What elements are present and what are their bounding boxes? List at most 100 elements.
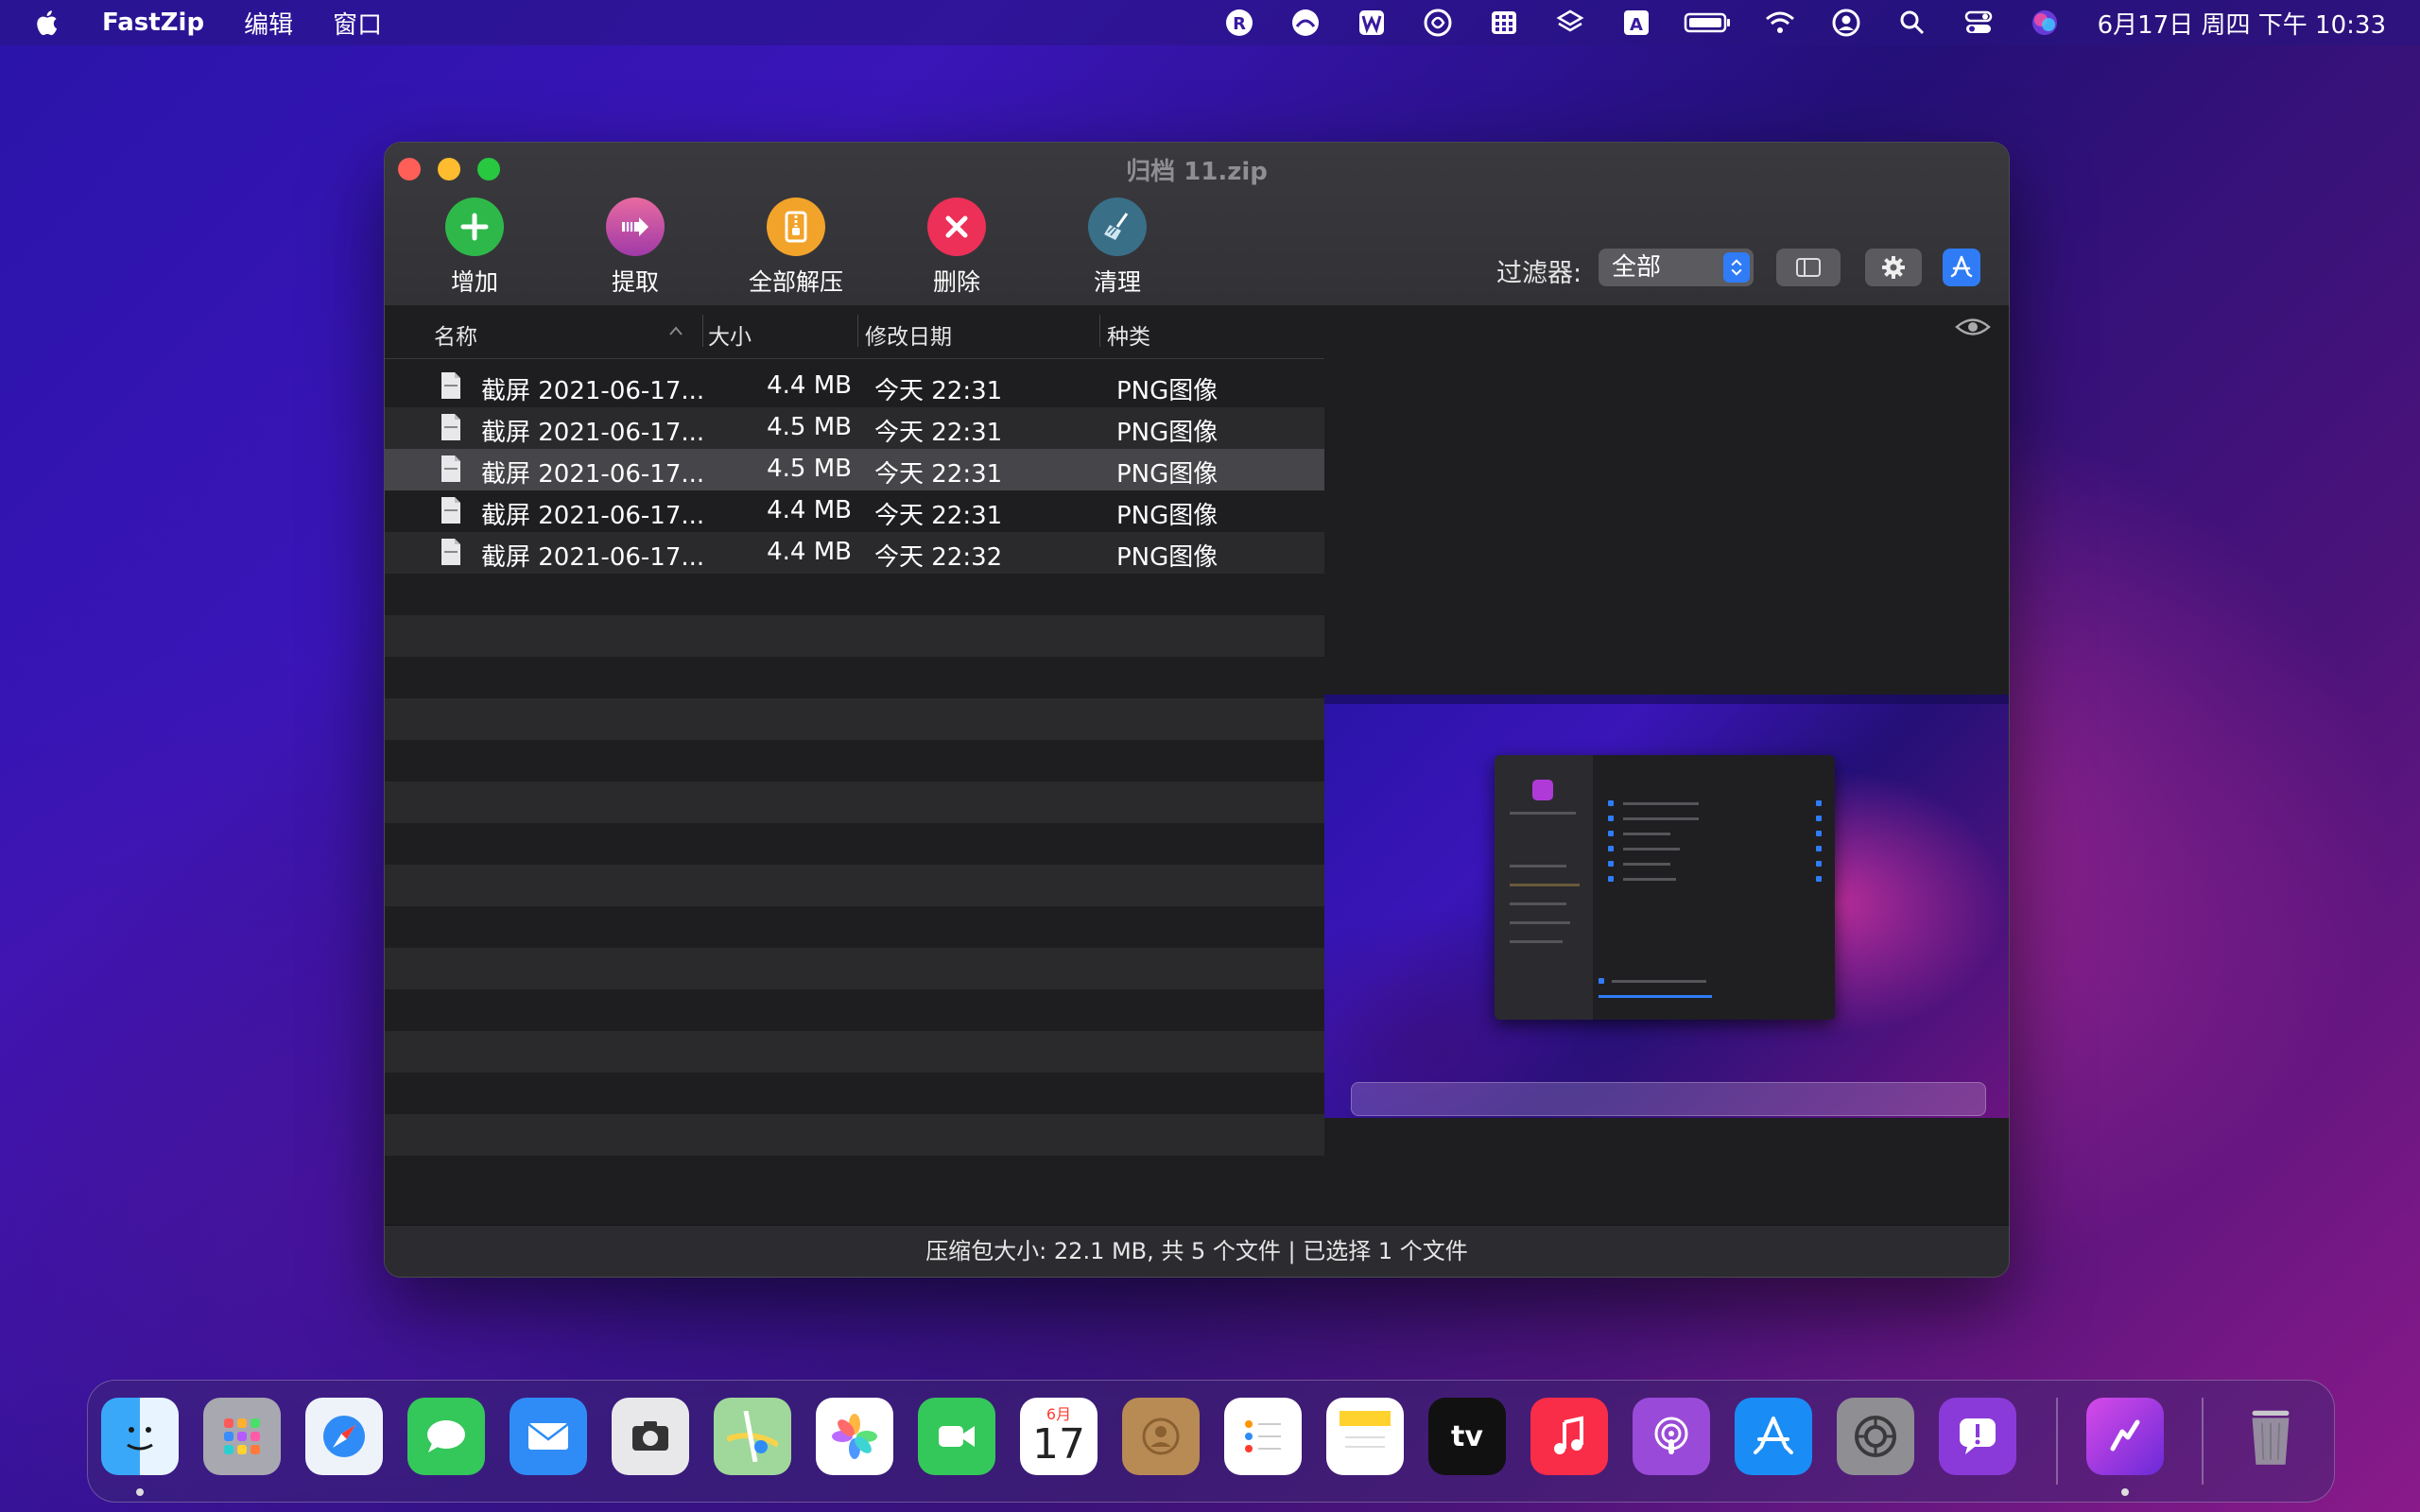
table-row[interactable]: 截屏 2021-06-17... 4.5 MB 今天 22:31 PNG图像 [385, 407, 1324, 449]
dock-photos[interactable] [816, 1398, 893, 1475]
dock-fastzip[interactable] [2086, 1398, 2164, 1475]
dock-trash[interactable] [2232, 1398, 2309, 1475]
toolbar: 归档 11.zip 增加 提取 全部解压 删除 清理 过滤器: 全部 [385, 143, 2009, 306]
plus-icon [445, 198, 504, 256]
apple-menu-icon[interactable] [36, 9, 62, 37]
file-icon [441, 539, 460, 565]
user-circle-icon[interactable] [1827, 4, 1865, 42]
file-kind: PNG图像 [1116, 502, 1219, 530]
menu-window[interactable]: 窗口 [333, 6, 382, 41]
w-square-icon[interactable] [1353, 4, 1391, 42]
dock-facetime[interactable] [918, 1398, 995, 1475]
dock-tv[interactable]: tv [1428, 1398, 1506, 1475]
dock-mail[interactable] [510, 1398, 587, 1475]
dock-maps[interactable] [714, 1398, 791, 1475]
notepad-icon [1340, 1411, 1391, 1448]
checklist-icon [1245, 1420, 1281, 1452]
extract-button[interactable]: 提取 [564, 198, 706, 298]
file-kind: PNG图像 [1116, 419, 1219, 447]
filter-select[interactable]: 全部 [1599, 249, 1754, 286]
r-circle-icon[interactable]: R [1220, 4, 1258, 42]
extract-all-button[interactable]: 全部解压 [725, 198, 867, 298]
menubar-clock[interactable]: 6月17日 周四 下午 10:33 [2098, 6, 2386, 41]
app-name-menu[interactable]: FastZip [102, 9, 204, 37]
grid-icon[interactable] [1485, 4, 1523, 42]
dock-system-preferences[interactable] [1837, 1398, 1914, 1475]
preview-pane [1324, 305, 2009, 1199]
file-name: 截屏 2021-06-17... [481, 419, 705, 447]
menu-edit[interactable]: 编辑 [244, 6, 293, 41]
dock-reminders[interactable] [1224, 1398, 1302, 1475]
add-label: 增加 [450, 268, 498, 296]
file-name: 截屏 2021-06-17... [481, 460, 705, 489]
dock-calendar[interactable]: 6月 17 [1020, 1398, 1098, 1475]
dock-screenshot[interactable] [612, 1398, 689, 1475]
clean-label: 清理 [1093, 268, 1141, 296]
exclamation-bubble-icon [1960, 1418, 1996, 1454]
file-date: 今天 22:32 [874, 543, 1003, 572]
tv-label: tv [1451, 1419, 1483, 1453]
empty-row [385, 1114, 1324, 1156]
dock-music[interactable] [1530, 1398, 1608, 1475]
file-kind: PNG图像 [1116, 377, 1219, 405]
file-icon [441, 414, 460, 440]
file-icon [441, 497, 460, 524]
add-button[interactable]: 增加 [404, 198, 545, 298]
search-icon[interactable] [1893, 4, 1931, 42]
gear-icon [1855, 1416, 1896, 1457]
dock-contacts[interactable] [1122, 1398, 1200, 1475]
fastzip-window: 归档 11.zip 增加 提取 全部解压 删除 清理 过滤器: 全部 名称 大小… [384, 142, 2010, 1278]
dock-feedback-assistant[interactable] [1939, 1398, 2016, 1475]
table-row[interactable]: 截屏 2021-06-17... 4.4 MB 今天 22:31 PNG图像 [385, 490, 1324, 532]
column-size[interactable]: 大小 [708, 318, 752, 351]
battery-icon[interactable] [1684, 4, 1733, 42]
x-icon [927, 198, 986, 256]
table-row-selected[interactable]: 截屏 2021-06-17... 4.5 MB 今天 22:31 PNG图像 [385, 449, 1324, 490]
column-date[interactable]: 修改日期 [865, 318, 952, 351]
clean-button[interactable]: 清理 [1046, 198, 1188, 298]
siri-icon[interactable] [2026, 4, 2064, 42]
dock-messages[interactable] [407, 1398, 485, 1475]
dock-app-store[interactable] [1735, 1398, 1812, 1475]
face-icon[interactable] [1287, 4, 1324, 42]
file-date: 今天 22:31 [874, 460, 1003, 489]
dock-finder[interactable] [101, 1398, 179, 1475]
file-list[interactable]: 名称 大小 修改日期 种类 截屏 2021-06-17... 4.4 MB 今天… [385, 305, 1324, 1199]
fan-icon[interactable] [1419, 4, 1457, 42]
extract-label: 提取 [611, 268, 659, 296]
dock-notes[interactable] [1326, 1398, 1404, 1475]
app-store-button[interactable] [1943, 249, 1980, 286]
filter-value: 全部 [1612, 253, 1662, 282]
sort-up-icon[interactable] [668, 324, 683, 337]
delete-button[interactable]: 删除 [886, 198, 1028, 298]
camera-icon [632, 1421, 668, 1451]
dock-launchpad[interactable] [203, 1398, 281, 1475]
delete-label: 删除 [932, 268, 980, 296]
table-row[interactable]: 截屏 2021-06-17... 4.4 MB 今天 22:31 PNG图像 [385, 366, 1324, 407]
control-center-icon[interactable] [1960, 4, 1997, 42]
file-date: 今天 22:31 [874, 502, 1003, 530]
dock-podcasts[interactable] [1633, 1398, 1710, 1475]
empty-row [385, 1031, 1324, 1073]
map-icon [727, 1411, 778, 1462]
zip-file-icon [767, 198, 825, 256]
table-row[interactable]: 截屏 2021-06-17... 4.4 MB 今天 22:32 PNG图像 [385, 532, 1324, 574]
layers-icon[interactable] [1551, 4, 1589, 42]
eye-icon[interactable] [1954, 313, 1992, 341]
sidebar-toggle-button[interactable] [1776, 249, 1841, 286]
dock: 6月 17 tv [87, 1380, 2335, 1503]
file-date: 今天 22:31 [874, 377, 1003, 405]
empty-row [385, 615, 1324, 657]
settings-button[interactable] [1865, 249, 1922, 286]
finder-icon [127, 1427, 153, 1451]
column-kind[interactable]: 种类 [1107, 318, 1150, 351]
column-name[interactable]: 名称 [434, 318, 477, 351]
dock-safari[interactable] [305, 1398, 383, 1475]
preview-image [1324, 695, 2009, 1118]
broom-icon [1088, 198, 1147, 256]
a-square-icon[interactable]: A [1617, 4, 1655, 42]
file-icon [441, 372, 460, 399]
wifi-icon[interactable] [1761, 4, 1799, 42]
svg-text:A: A [1630, 15, 1643, 35]
trash-icon [2252, 1410, 2290, 1465]
